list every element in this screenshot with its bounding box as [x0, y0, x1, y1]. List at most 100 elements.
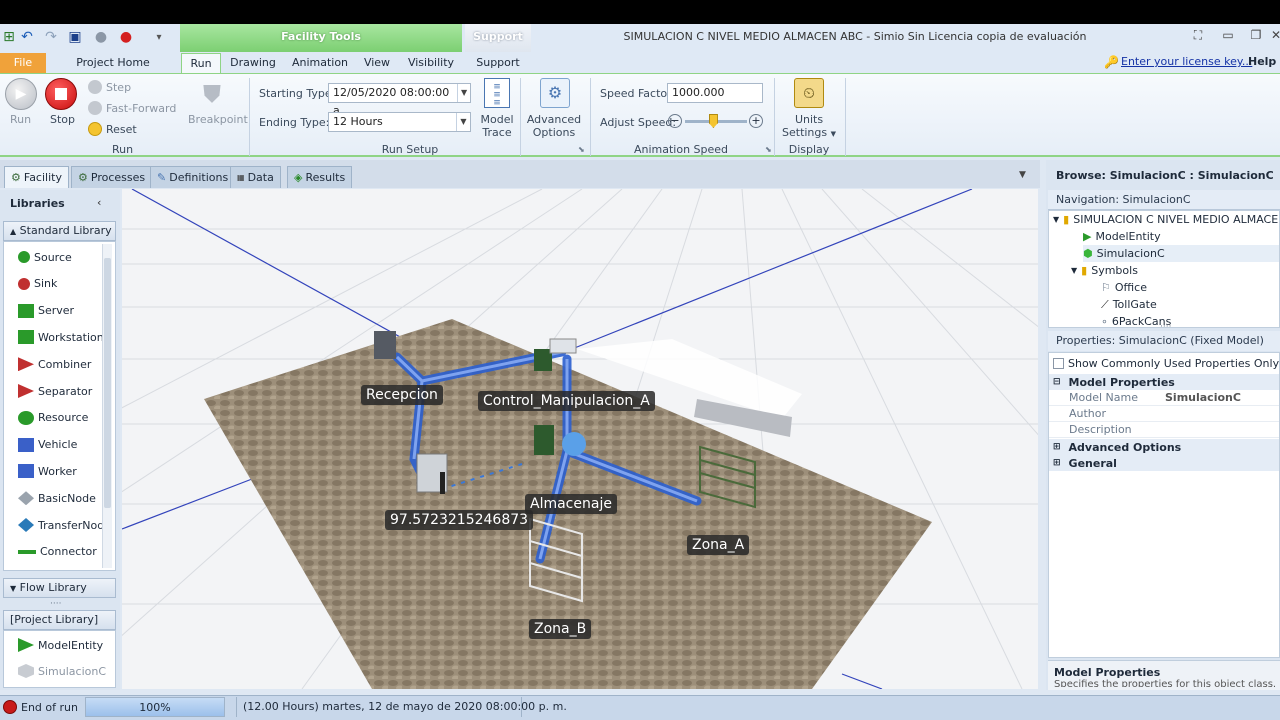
- tree-node-modelentity[interactable]: ▶ ModelEntity: [1083, 228, 1161, 245]
- server-icon: [18, 303, 34, 318]
- tree-node-symbols[interactable]: ▼ ▮ Symbols: [1071, 262, 1138, 279]
- tree-node-simulacionc[interactable]: ⬢ SimulacionC: [1083, 245, 1279, 262]
- reset-button[interactable]: Reset: [88, 122, 137, 136]
- units-settings-button[interactable]: Units Settings ▼: [782, 113, 836, 141]
- standard-library-header[interactable]: ▲ Standard Library: [3, 221, 116, 241]
- fullscreen-icon[interactable]: ⛶: [1188, 28, 1208, 46]
- label-zona-a[interactable]: Zona_A: [687, 535, 750, 555]
- model-trace-button[interactable]: Model Trace: [480, 113, 514, 139]
- library-item-vehicle[interactable]: Vehicle: [18, 432, 77, 458]
- tab-definitions[interactable]: ✎ Definitions: [150, 166, 236, 188]
- project-library-header[interactable]: [Project Library]: [3, 610, 116, 630]
- label-almacenaje[interactable]: Almacenaje: [525, 494, 617, 514]
- library-item-server[interactable]: Server: [18, 298, 74, 324]
- help-link[interactable]: Help: [1248, 55, 1276, 68]
- library-item-sink[interactable]: Sink: [18, 271, 57, 297]
- tabs-menu-chevron-icon[interactable]: ▼: [1019, 170, 1026, 180]
- prop-row-author[interactable]: Author: [1049, 406, 1279, 422]
- label-recepcion[interactable]: Recepcion: [361, 385, 443, 405]
- general-category[interactable]: ⊞ General: [1049, 455, 1279, 471]
- properties-grid: Show Commonly Used Properties Only ⊟ Mode…: [1048, 352, 1280, 658]
- expand-box-icon: ⊞: [1053, 442, 1061, 452]
- dialog-launcher-icon[interactable]: ⬊: [578, 145, 585, 154]
- tree-node-tollgate[interactable]: ⟋ TollGate: [1101, 296, 1157, 313]
- run-qat-icon[interactable]: ●: [92, 28, 110, 46]
- library-item-worker[interactable]: Worker: [18, 458, 77, 484]
- stop-button[interactable]: [45, 78, 77, 110]
- library-scrollbar[interactable]: [102, 244, 112, 568]
- tab-animation[interactable]: Animation: [290, 53, 350, 73]
- app-icon[interactable]: ⊞: [0, 28, 18, 46]
- redo-icon[interactable]: ↷: [42, 28, 60, 46]
- label-zona-b[interactable]: Zona_B: [529, 619, 592, 639]
- step-button[interactable]: Step: [88, 80, 131, 94]
- speed-factor-input[interactable]: 1000.000: [667, 83, 763, 103]
- dialog-launcher-icon[interactable]: ⬊: [765, 145, 772, 154]
- top-black-bar: [0, 0, 1280, 24]
- save-icon[interactable]: ▣: [66, 28, 84, 46]
- close-button[interactable]: ✕: [1266, 28, 1280, 46]
- tab-facility[interactable]: ⚙ Facility: [4, 166, 69, 188]
- chevron-down-icon: ▼: [457, 84, 470, 102]
- tab-drawing[interactable]: Drawing: [226, 53, 280, 73]
- breakpoint-button[interactable]: Breakpoint: [188, 113, 248, 126]
- advanced-options-category[interactable]: ⊞ Advanced Options: [1049, 439, 1279, 455]
- starting-type-select[interactable]: 12/05/2020 08:00:00 a... ▼: [328, 83, 471, 117]
- tab-processes[interactable]: ⚙ Processes: [71, 166, 153, 188]
- library-item-transfernod[interactable]: TransferNod: [18, 512, 104, 538]
- tab-project-home[interactable]: Project Home: [72, 53, 154, 73]
- prop-row-model-name[interactable]: Model Name SimulacionC: [1049, 390, 1279, 406]
- tab-data[interactable]: ▦ Data: [230, 166, 281, 188]
- animation-speed-group-label: Animation Speed: [633, 143, 729, 156]
- collapse-libraries-icon[interactable]: ‹: [97, 196, 101, 209]
- run-label: Run: [10, 113, 32, 126]
- library-item-combiner[interactable]: Combiner: [18, 351, 91, 377]
- chevron-down-icon: ▼: [456, 113, 470, 131]
- tab-run[interactable]: Run: [181, 53, 221, 73]
- collapse-arrow-icon: ▼: [1053, 215, 1060, 224]
- customize-qat-icon[interactable]: ▾: [150, 28, 168, 46]
- tab-support[interactable]: Support: [472, 53, 524, 73]
- library-item-modelentity[interactable]: ModelEntity: [18, 632, 103, 658]
- speed-slider[interactable]: [685, 114, 747, 128]
- tree-node-office[interactable]: ⚐ Office: [1101, 279, 1147, 296]
- library-item-source[interactable]: Source: [18, 244, 72, 270]
- tab-view[interactable]: View: [360, 53, 394, 73]
- undo-icon[interactable]: ↶: [18, 28, 36, 46]
- speed-decrease-button[interactable]: −: [668, 114, 682, 128]
- label-control-manipulacion[interactable]: Control_Manipulacion_A: [478, 391, 655, 411]
- library-item-resource[interactable]: Resource: [18, 405, 88, 431]
- library-item-connector[interactable]: Connector: [18, 539, 97, 565]
- prop-row-description[interactable]: Description: [1049, 422, 1279, 438]
- tab-file[interactable]: File: [0, 53, 46, 73]
- ending-type-select[interactable]: 12 Hours ▼: [328, 112, 471, 132]
- library-item-workstation[interactable]: Workstation: [18, 324, 104, 350]
- expand-arrow-icon: ▼: [10, 584, 17, 593]
- checkbox-box[interactable]: [1053, 357, 1064, 369]
- library-item-label: Resource: [38, 411, 89, 425]
- advanced-options-button[interactable]: Advanced Options: [526, 113, 582, 139]
- library-item-simulacionc[interactable]: SimulacionC: [18, 658, 106, 684]
- run-button[interactable]: ▶: [5, 78, 37, 110]
- bottle-stack: [534, 349, 552, 371]
- label-value-readout: 97.5723215246873: [385, 510, 534, 530]
- tab-visibility[interactable]: Visibility: [404, 53, 458, 73]
- library-item-separator[interactable]: Separator: [18, 378, 92, 404]
- scrollbar-thumb[interactable]: [104, 258, 111, 508]
- library-item-label: TransferNod: [38, 518, 105, 532]
- fast-forward-button[interactable]: Fast-Forward: [88, 101, 176, 115]
- tree-node-project[interactable]: ▼ ▮ SIMULACION C NIVEL MEDIO ALMACEN...: [1053, 211, 1279, 228]
- speed-increase-button[interactable]: +: [749, 114, 763, 128]
- stop-qat-icon[interactable]: ●: [117, 28, 135, 46]
- minimize-button[interactable]: ▭: [1218, 28, 1238, 46]
- model-properties-category[interactable]: ⊟ Model Properties: [1049, 374, 1279, 390]
- restore-button[interactable]: ❐: [1246, 28, 1266, 46]
- splitter-grip[interactable]: ····: [50, 599, 61, 609]
- flow-library-header[interactable]: ▼ Flow Library: [3, 578, 116, 598]
- show-common-checkbox[interactable]: Show Commonly Used Properties Only: [1053, 355, 1280, 371]
- facility-3d-view[interactable]: Recepcion Control_Manipulacion_A Almacen…: [122, 189, 1038, 689]
- license-link[interactable]: Enter your license key...: [1121, 55, 1252, 68]
- tab-results[interactable]: ◈ Results: [287, 166, 353, 188]
- library-item-basicnode[interactable]: BasicNode: [18, 485, 96, 511]
- recepcion-machine: [374, 331, 396, 359]
